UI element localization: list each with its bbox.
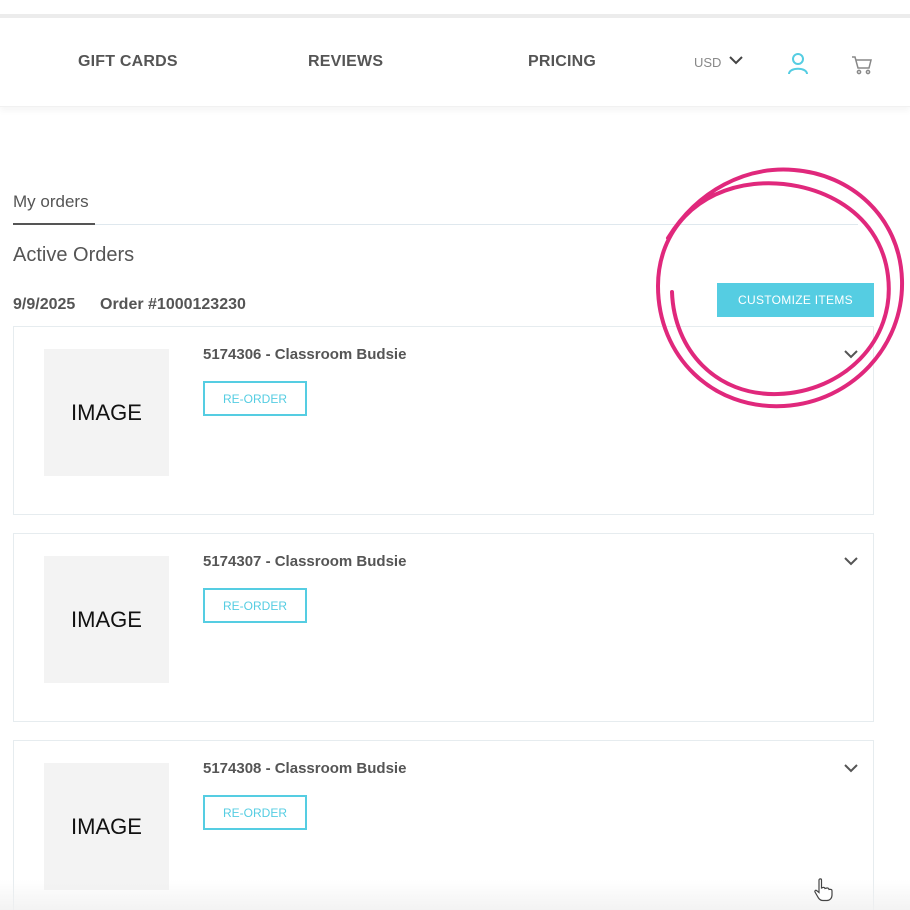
reorder-button[interactable]: RE-ORDER: [203, 588, 307, 623]
item-title: 5174308 - Classroom Budsie: [203, 760, 407, 777]
chevron-down-icon[interactable]: [843, 346, 859, 362]
nav-pricing[interactable]: PRICING: [528, 53, 596, 71]
nav-gift-cards[interactable]: GIFT CARDS: [78, 53, 178, 71]
reorder-button[interactable]: RE-ORDER: [203, 795, 307, 830]
browser-top-strip: [0, 0, 910, 18]
bottom-fade: [0, 880, 910, 910]
customize-items-button[interactable]: CUSTOMIZE ITEMS: [717, 283, 874, 317]
item-title: 5174306 - Classroom Budsie: [203, 346, 407, 363]
order-number: Order #1000123230: [100, 296, 246, 313]
user-icon[interactable]: [786, 51, 810, 75]
item-image: IMAGE: [44, 763, 169, 890]
currency-selector[interactable]: USD: [694, 55, 743, 70]
reorder-button[interactable]: RE-ORDER: [203, 381, 307, 416]
chevron-down-icon[interactable]: [843, 760, 859, 776]
nav-reviews[interactable]: REVIEWS: [308, 53, 383, 71]
chevron-down-icon: [729, 56, 743, 65]
tab-active-underline: [13, 223, 95, 225]
hand-pointer-icon: [814, 878, 833, 902]
site-header: GIFT CARDS REVIEWS PRICING USD: [0, 18, 910, 107]
item-image: IMAGE: [44, 349, 169, 476]
item-image: IMAGE: [44, 556, 169, 683]
order-item-card: IMAGE 5174306 - Classroom Budsie RE-ORDE…: [13, 326, 874, 515]
item-title: 5174307 - Classroom Budsie: [203, 553, 407, 570]
chevron-down-icon[interactable]: [843, 553, 859, 569]
order-item-card: IMAGE 5174307 - Classroom Budsie RE-ORDE…: [13, 533, 874, 722]
cart-icon[interactable]: [851, 54, 873, 76]
section-title: Active Orders: [13, 244, 135, 266]
tab-divider: [13, 224, 858, 225]
order-date: 9/9/2025: [13, 296, 76, 313]
currency-label: USD: [694, 55, 722, 70]
tab-my-orders[interactable]: My orders: [13, 192, 89, 212]
